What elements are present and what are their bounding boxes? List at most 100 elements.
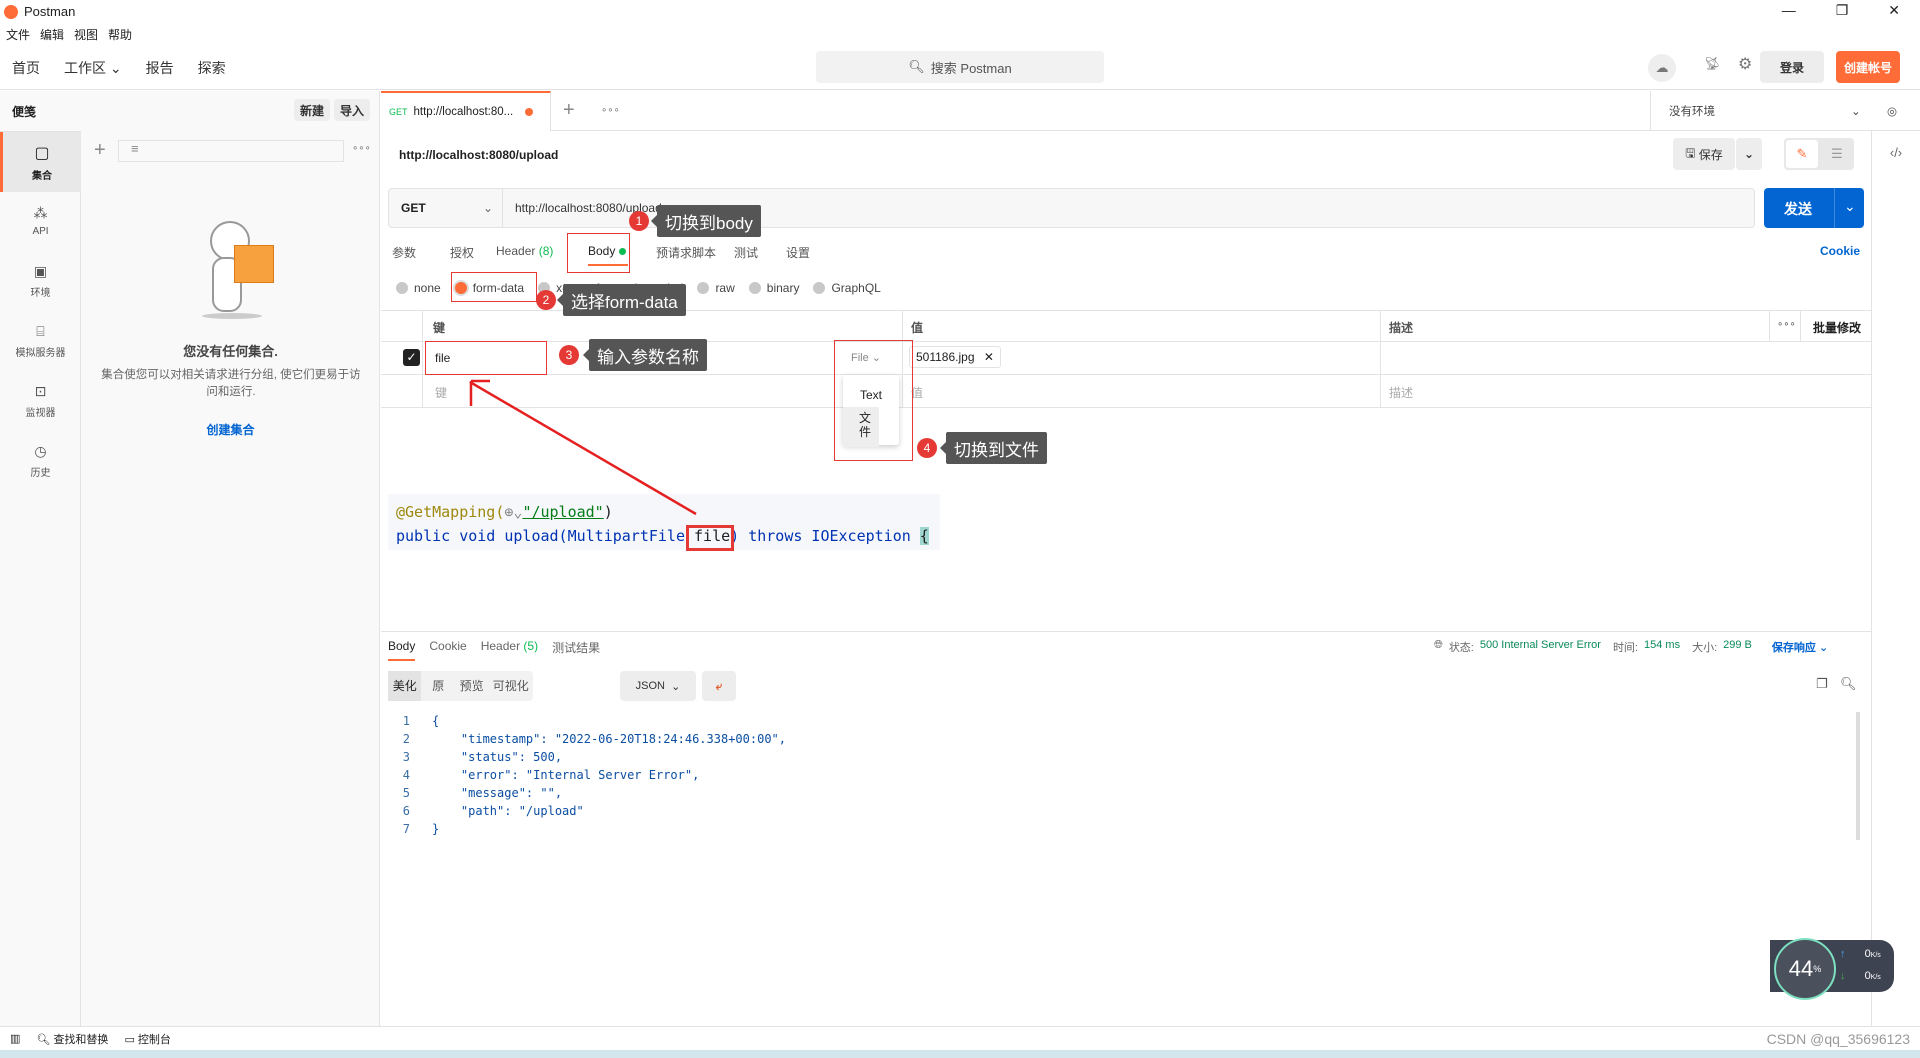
more-icon[interactable]: ∘∘∘ — [352, 143, 371, 154]
tab-params[interactable]: 参数 — [392, 244, 450, 261]
rail-monitors[interactable]: ⊡ 监视器 — [0, 372, 81, 430]
row-checkbox[interactable]: ✓ — [403, 349, 420, 366]
mode-toggle: ✎ ☰ — [1784, 138, 1854, 170]
annotation-badge: 1 — [629, 211, 649, 231]
radio-raw[interactable]: raw — [697, 281, 735, 295]
rail-api[interactable]: ⁂ API — [0, 192, 81, 250]
rail-mock-servers[interactable]: ⌸ 模拟服务器 — [0, 312, 81, 370]
save-response-button[interactable]: 保存响应 ⌄ — [1772, 639, 1828, 655]
tab-auth[interactable]: 授权 — [450, 244, 496, 261]
new-button[interactable]: 新建 — [294, 99, 330, 121]
view-raw[interactable]: 原 — [421, 671, 454, 701]
sidebar-toggle-icon[interactable]: ▥ — [10, 1032, 20, 1045]
radio-graphql[interactable]: GraphQL — [813, 281, 881, 295]
view-visualize[interactable]: 可视化 — [488, 671, 533, 701]
restore-icon[interactable]: ❐ — [1836, 2, 1849, 19]
window-title: Postman — [24, 4, 76, 19]
radio-none[interactable]: none — [396, 281, 441, 295]
new-tab-icon[interactable]: + — [563, 99, 575, 122]
edit-icon[interactable]: ✎ — [1786, 140, 1818, 168]
comment-icon[interactable]: ☰ — [1822, 140, 1852, 168]
bulk-edit-button[interactable]: 批量修改 — [1813, 319, 1861, 336]
new-key-input[interactable]: 键 — [435, 384, 447, 401]
format-select[interactable]: JSON ⌄ — [620, 671, 696, 701]
response-tab-cookies[interactable]: Cookie — [429, 639, 466, 661]
tab-pre-request[interactable]: 预请求脚本 — [656, 244, 734, 261]
annotation-badge: 4 — [917, 438, 937, 458]
save-button[interactable]: 🖫 保存 — [1673, 138, 1735, 170]
environment-select[interactable]: 没有环境 ⌄ ◎ — [1650, 91, 1920, 131]
send-dropdown-icon[interactable]: ⌄ — [1844, 198, 1856, 215]
login-button[interactable]: 登录 — [1760, 51, 1824, 83]
add-collection-icon[interactable]: + — [94, 139, 106, 162]
cookies-link[interactable]: Cookie — [1820, 244, 1860, 258]
gear-icon[interactable]: ⚙ — [1738, 54, 1752, 74]
send-button[interactable]: 发送 ⌄ — [1764, 188, 1864, 228]
menu-view[interactable]: 视图 — [74, 26, 98, 43]
file-chip[interactable]: 501186.jpg ✕ — [909, 346, 1001, 368]
copy-icon[interactable]: ❐ — [1816, 676, 1828, 692]
code-line: 4 "error": "Internal Server Error", — [402, 768, 700, 782]
annotation-badge: 2 — [536, 290, 556, 310]
tab-headers[interactable]: Header (8) — [496, 244, 578, 261]
menu-edit[interactable]: 编辑 — [40, 26, 64, 43]
taskbar — [0, 1050, 1920, 1058]
tab-settings[interactable]: 设置 — [786, 244, 810, 261]
nav-home[interactable]: 首页 — [12, 58, 40, 78]
filter-input[interactable]: ≡ — [118, 140, 344, 162]
nav-workspace[interactable]: 工作区 ⌄ — [64, 58, 122, 78]
tab-more-icon[interactable]: ∘∘∘ — [601, 105, 620, 116]
nav-explore[interactable]: 探索 — [198, 58, 226, 78]
watermark: CSDN @qq_35696123 — [1766, 1030, 1910, 1047]
create-collection-link[interactable]: 创建集合 — [81, 421, 380, 438]
right-rail: ‹/› — [1871, 131, 1920, 1026]
top-nav: 首页 工作区 ⌄ 报告 探索 🔍︎ 搜索 Postman ☁ 📡︎ ⚙ 登录 创建… — [0, 44, 1920, 90]
search-input[interactable]: 🔍︎ 搜索 Postman — [816, 51, 1104, 83]
table-more-icon[interactable]: ∘∘∘ — [1777, 319, 1796, 330]
request-tab[interactable]: GET http://localhost:80... — [381, 91, 551, 131]
method-select[interactable]: GET ⌄ — [389, 189, 503, 227]
eye-icon: ◎ — [1887, 106, 1898, 118]
minimize-icon[interactable]: — — [1782, 2, 1796, 19]
menu-help[interactable]: 帮助 — [108, 26, 132, 43]
satellite-icon[interactable]: 📡︎ — [1704, 56, 1721, 72]
search-response-icon[interactable]: 🔍︎ — [1840, 676, 1857, 692]
globe-icon: 🌐︎ — [1434, 639, 1443, 651]
remove-file-icon[interactable]: ✕ — [984, 350, 994, 364]
response-tab-body[interactable]: Body — [388, 639, 416, 661]
view-pretty[interactable]: 美化 — [388, 671, 422, 701]
view-preview[interactable]: 预览 — [455, 671, 488, 701]
scrollbar[interactable] — [1856, 712, 1860, 840]
find-replace-button[interactable]: 🔍︎ 查找和替换 — [36, 1031, 108, 1047]
code-line: 5 "message": "", — [402, 786, 563, 800]
code-icon[interactable]: ‹/› — [1872, 145, 1920, 160]
close-icon[interactable]: ✕ — [1888, 2, 1900, 19]
save-dropdown[interactable]: ⌄ — [1736, 138, 1762, 170]
response-tabs: Body Cookie Header (5) 测试结果 — [388, 639, 600, 661]
cloud-off-icon[interactable]: ☁ — [1648, 54, 1676, 82]
new-description-input[interactable]: 描述 — [1389, 384, 1413, 401]
menu-file[interactable]: 文件 — [6, 26, 30, 43]
response-tab-tests[interactable]: 测试结果 — [552, 639, 600, 661]
nav-reports[interactable]: 报告 — [146, 58, 174, 78]
request-bar: GET ⌄ http://localhost:8080/upload — [388, 188, 1755, 228]
code-line: 3 "status": 500, — [402, 750, 563, 764]
save-icon: 🖫 — [1685, 145, 1696, 160]
rail-history[interactable]: ◷ 历史 — [0, 432, 81, 490]
request-name: http://localhost:8080/upload — [399, 148, 559, 162]
code-line: 7} — [402, 822, 440, 836]
import-button[interactable]: 导入 — [334, 99, 370, 121]
filter-icon: ≡ — [131, 141, 139, 156]
tab-tests[interactable]: 测试 — [734, 244, 786, 261]
response-meta: 🌐︎ 状态: 500 Internal Server Error 时间: 154 m… — [1434, 639, 1829, 655]
signup-button[interactable]: 创建帐号 — [1836, 51, 1900, 83]
column-description: 描述 — [1389, 321, 1414, 335]
unsaved-dot-icon — [525, 108, 534, 116]
sidebar: 便笺 新建 导入 ▢ 集合 ⁂ API ▣ 环境 ⌸ 模拟服务器 ⊡ 监视器 ◷ 历史 + … — [0, 91, 380, 1026]
response-tab-headers[interactable]: Header (5) — [481, 639, 538, 661]
rail-collections[interactable]: ▢ 集合 — [0, 132, 81, 192]
radio-binary[interactable]: binary — [748, 281, 799, 295]
wrap-lines-icon[interactable]: ⤶ — [702, 671, 736, 701]
rail-environments[interactable]: ▣ 环境 — [0, 252, 81, 310]
console-button[interactable]: ▭ 控制台 — [124, 1031, 170, 1047]
